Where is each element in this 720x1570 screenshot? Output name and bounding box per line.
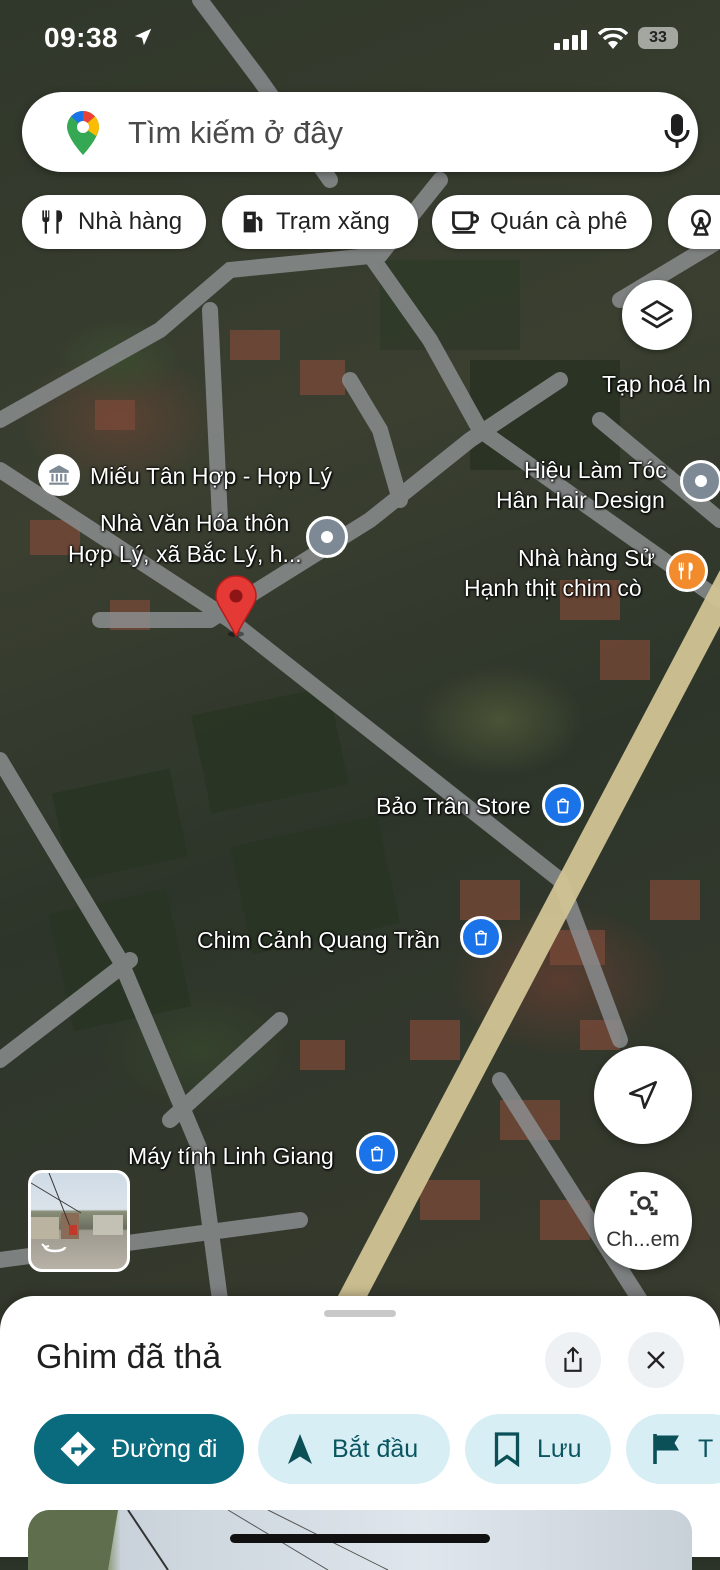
share-icon — [564, 1346, 582, 1372]
cellular-signal-icon — [554, 30, 587, 50]
my-location-button[interactable] — [594, 1046, 692, 1144]
battery-indicator: 33 — [638, 27, 678, 49]
start-button[interactable]: Bắt đầu — [258, 1414, 450, 1484]
coffee-cup-icon — [452, 211, 480, 234]
action-label: T — [698, 1434, 714, 1463]
category-chips: Nhà hàng Trạm xăng Quán cà phê — [0, 195, 720, 251]
label-button[interactable]: T — [626, 1414, 720, 1484]
flag-icon — [653, 1434, 679, 1464]
navigation-arrow-icon — [628, 1080, 658, 1110]
place-label[interactable]: Bảo Trân Store — [376, 792, 531, 820]
drag-handle[interactable] — [324, 1310, 396, 1317]
place-label[interactable]: Hợp Lý, xã Bắc Lý, h... — [68, 540, 302, 568]
wifi-icon — [598, 28, 628, 49]
place-label[interactable]: Chim Cảnh Quang Trần — [197, 926, 440, 954]
save-button[interactable]: Lưu — [465, 1414, 611, 1484]
chip-gas-stations[interactable]: Trạm xăng — [222, 195, 418, 249]
layers-button[interactable] — [622, 280, 692, 350]
lens-button[interactable]: Ch...em — [594, 1172, 692, 1270]
shopping-bag-icon[interactable] — [460, 916, 502, 958]
place-pin-icon[interactable] — [680, 460, 720, 502]
chip-label: Nhà hàng — [78, 208, 183, 235]
temple-pin-icon[interactable] — [38, 454, 80, 496]
place-label[interactable]: Nhà hàng Sử — [518, 544, 655, 572]
chip-restaurants[interactable]: Nhà hàng — [22, 195, 206, 249]
ferris-wheel-icon — [691, 209, 711, 236]
shopping-bag-icon[interactable] — [542, 784, 584, 826]
share-button[interactable] — [545, 1332, 601, 1388]
street-view-preview — [31, 1173, 123, 1253]
bookmark-icon — [494, 1432, 520, 1467]
place-label[interactable]: Máy tính Linh Giang — [128, 1142, 334, 1170]
location-arrow-icon — [134, 28, 152, 46]
chip-coffee[interactable]: Quán cà phê — [432, 195, 652, 249]
layers-icon — [640, 300, 674, 329]
chip-attractions[interactable] — [668, 195, 720, 249]
google-maps-logo-icon — [67, 111, 99, 155]
directions-button[interactable]: Đường đi — [34, 1414, 244, 1484]
status-bar: 09:38 33 — [0, 0, 720, 80]
place-pin-icon[interactable] — [306, 516, 348, 558]
action-label: Lưu — [537, 1434, 582, 1463]
action-label: Đường đi — [112, 1434, 218, 1463]
directions-icon — [60, 1431, 96, 1467]
camera-lens-icon — [630, 1190, 658, 1216]
status-time: 09:38 — [44, 22, 119, 53]
microphone-icon[interactable] — [662, 112, 692, 152]
place-label[interactable]: Hạnh thịt chim cò — [464, 574, 642, 602]
fork-knife-icon — [42, 210, 63, 234]
place-label[interactable]: Miếu Tân Hợp - Hợp Lý — [90, 462, 332, 490]
chip-label: Quán cà phê — [490, 208, 628, 235]
restaurant-pin-icon[interactable] — [666, 550, 708, 592]
chip-label: Trạm xăng — [276, 208, 390, 235]
place-label[interactable]: Nhà Văn Hóa thôn — [100, 509, 289, 537]
close-button[interactable] — [628, 1332, 684, 1388]
place-label[interactable]: Hân Hair Design — [496, 486, 665, 514]
place-label[interactable]: Tạp hoá ln — [602, 370, 711, 398]
close-icon — [647, 1351, 665, 1369]
navigation-arrow-icon — [288, 1434, 312, 1464]
search-bar[interactable] — [22, 92, 698, 172]
lens-label: Ch...em — [606, 1228, 680, 1251]
place-bottom-sheet[interactable]: Ghim đã thả Đường đi Bắt đầu Lưu T — [0, 1296, 720, 1570]
home-indicator[interactable] — [230, 1534, 490, 1543]
search-input[interactable] — [126, 110, 630, 156]
action-label: Bắt đầu — [332, 1434, 419, 1463]
shopping-bag-icon[interactable] — [356, 1132, 398, 1174]
sheet-title: Ghim đã thả — [36, 1338, 222, 1376]
street-view-thumbnail[interactable] — [28, 1170, 130, 1272]
place-label[interactable]: Hiệu Làm Tóc — [524, 456, 667, 484]
gas-station-icon — [243, 211, 263, 233]
